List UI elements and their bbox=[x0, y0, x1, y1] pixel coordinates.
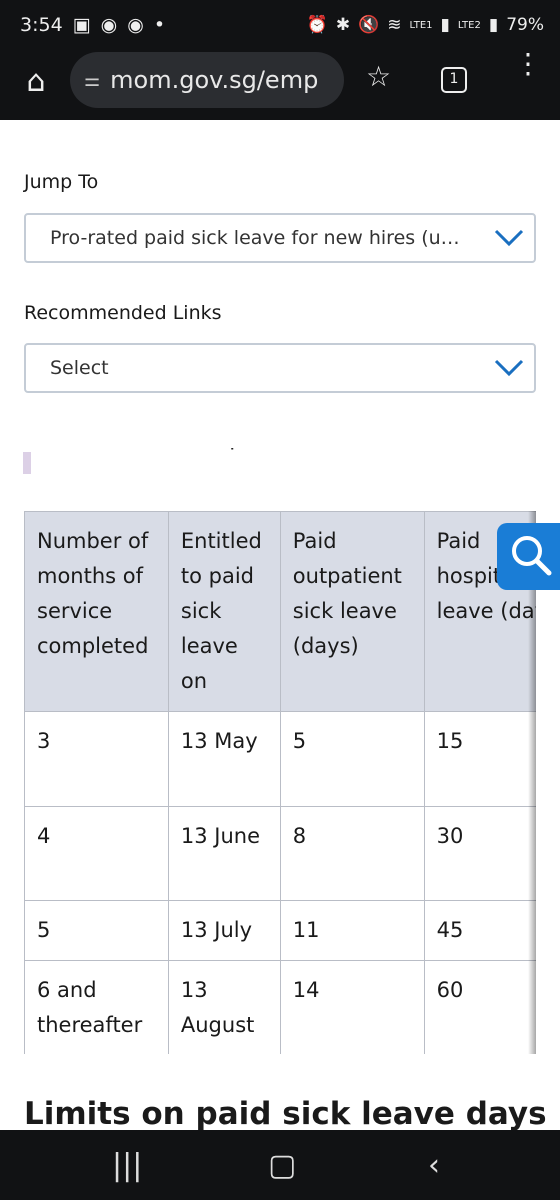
back-icon[interactable]: ‹ bbox=[428, 1148, 440, 1183]
bluetooth-icon: ✱ bbox=[335, 15, 351, 35]
sim1-label: LTE1 bbox=[409, 19, 433, 31]
chrome-icon: ◉ bbox=[100, 14, 118, 36]
table-row: 6 and thereafter 13 August 14 60 bbox=[24, 960, 536, 1054]
clock: 3:54 bbox=[20, 14, 63, 36]
recommended-links-label: Recommended Links bbox=[24, 302, 222, 324]
cell: 5 bbox=[24, 900, 169, 961]
table-row: 4 13 June 8 30 bbox=[24, 806, 536, 901]
recommended-links-select[interactable]: Select bbox=[24, 343, 536, 393]
blockquote-bar bbox=[23, 452, 31, 474]
chrome-icon: ◉ bbox=[127, 14, 144, 36]
cell: 8 bbox=[279, 806, 425, 901]
cell: 13 June bbox=[167, 806, 281, 901]
cell: 60 bbox=[423, 960, 536, 1054]
battery-text: 79% bbox=[506, 15, 544, 35]
chevron-down-icon bbox=[494, 359, 524, 377]
jump-to-label: Jump To bbox=[24, 171, 99, 193]
header-entitled-on: Entitled to paid sick leave on bbox=[167, 511, 281, 712]
cell: 14 bbox=[279, 960, 425, 1054]
status-bar: 3:54 ▣ ◉ ◉ • ⏰ ✱ 🔇 ≋ LTE1 ▮ LTE2 ▮ 79% bbox=[0, 0, 560, 50]
jump-to-value: Pro-rated paid sick leave for new hires … bbox=[50, 227, 470, 249]
more-menu-icon[interactable]: ⋮ bbox=[514, 50, 542, 78]
tab-switcher-button[interactable]: 1 bbox=[441, 67, 467, 93]
cell: 15 bbox=[423, 711, 536, 807]
scroll-shadow bbox=[528, 511, 536, 1054]
cell: 13 July bbox=[167, 900, 281, 961]
android-nav-bar: ||| ▢ ‹ bbox=[0, 1130, 560, 1200]
cell: 3 bbox=[24, 711, 169, 807]
header-months: Number of months of service completed bbox=[24, 511, 169, 712]
gallery-icon: ▣ bbox=[72, 14, 91, 36]
cell: 13 May bbox=[167, 711, 281, 807]
cell: 30 bbox=[423, 806, 536, 901]
table-row: 3 13 May 5 15 bbox=[24, 711, 536, 807]
clipped-text: taken will be unpaid. bbox=[55, 426, 284, 451]
signal-icon: ▮ bbox=[440, 15, 450, 35]
alarm-icon: ⏰ bbox=[306, 15, 328, 35]
cell: 6 and thereafter bbox=[24, 960, 169, 1054]
bookmark-star-icon[interactable]: ☆ bbox=[366, 60, 391, 93]
site-settings-icon[interactable]: ⚌ bbox=[84, 70, 100, 91]
search-icon bbox=[512, 536, 552, 576]
recommended-links-value: Select bbox=[50, 357, 109, 379]
sick-leave-table[interactable]: Number of months of service completed En… bbox=[24, 511, 536, 1054]
jump-to-select[interactable]: Pro-rated paid sick leave for new hires … bbox=[24, 213, 536, 263]
cell: 45 bbox=[423, 900, 536, 961]
mute-icon: 🔇 bbox=[358, 15, 380, 35]
cell: 13 August bbox=[167, 960, 281, 1054]
cell: 5 bbox=[279, 711, 425, 807]
header-outpatient: Paid outpatient sick leave (days) bbox=[279, 511, 425, 712]
table-row: 5 13 July 11 45 bbox=[24, 900, 536, 961]
search-button[interactable] bbox=[497, 523, 560, 590]
recents-icon[interactable]: ||| bbox=[112, 1148, 142, 1183]
browser-toolbar: ⌂ ⚌ mom.gov.sg/emp ☆ 1 ⋮ bbox=[0, 50, 560, 120]
cell: 11 bbox=[279, 900, 425, 961]
signal-icon: ▮ bbox=[488, 15, 499, 35]
address-bar[interactable]: ⚌ mom.gov.sg/emp bbox=[70, 52, 344, 108]
home-icon[interactable]: ⌂ bbox=[18, 64, 54, 100]
home-nav-icon[interactable]: ▢ bbox=[268, 1148, 296, 1183]
dot-icon: • bbox=[153, 14, 166, 36]
url-text: mom.gov.sg/emp bbox=[110, 66, 319, 94]
table-header-row: Number of months of service completed En… bbox=[24, 511, 536, 712]
wifi-icon: ≋ bbox=[387, 15, 402, 35]
section-heading: Limits on paid sick leave days bbox=[24, 1096, 547, 1132]
sim2-label: LTE2 bbox=[457, 19, 481, 31]
chevron-down-icon bbox=[494, 229, 524, 247]
cell: 4 bbox=[24, 806, 169, 901]
